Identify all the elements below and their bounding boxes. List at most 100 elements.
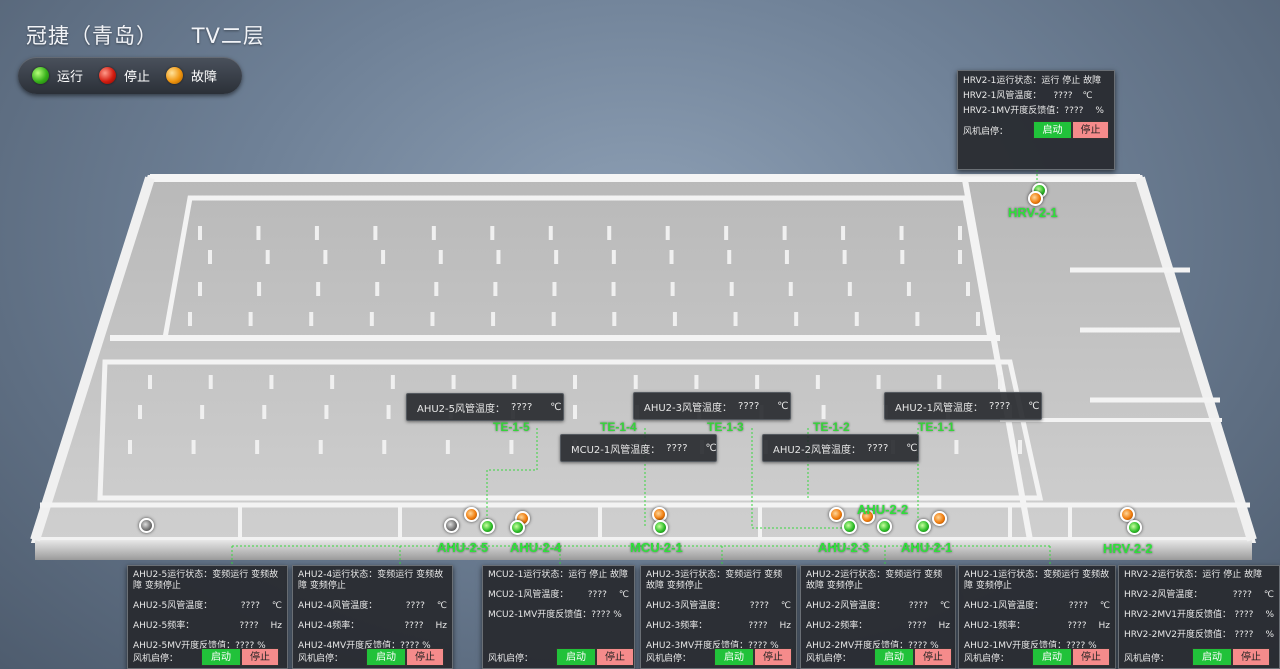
reading-unit: ℃ (618, 590, 629, 600)
reading-label: AHU2-5风管温度： (133, 601, 213, 611)
fan-control: 风机启停： 启动 停止 (646, 648, 792, 666)
reading-label: AHU2-1风管温度： (964, 601, 1044, 611)
temp-label: HRV2-1风管温度： (963, 91, 1042, 101)
te-label: TE-1-5 (493, 420, 530, 434)
fault-status-icon[interactable] (464, 507, 479, 522)
temp-row: HRV2-1风管温度： ???? ℃ (963, 90, 1109, 102)
fan-stop-button[interactable]: 停止 (914, 648, 952, 666)
running-status-icon[interactable] (916, 519, 931, 534)
fan-label: 风机启停： (298, 653, 344, 664)
fan-start-button[interactable]: 启动 (201, 648, 241, 666)
fan-stop-button[interactable]: 停止 (596, 648, 634, 666)
reading-unit: % (1265, 610, 1274, 620)
status-row: AHU2-3运行状态：变频运行 变频故障 变频停止 (646, 570, 791, 592)
equipment-label: HRV-2-1 (1008, 205, 1058, 220)
running-status-icon[interactable] (510, 520, 525, 535)
fan-start-button[interactable]: 启动 (556, 648, 596, 666)
fault-status-icon[interactable] (1028, 191, 1043, 206)
reading-row: MCU2-1风管温度： ???? ℃ (488, 589, 629, 601)
equipment-panel: AHU2-4运行状态：变频运行 变频故障 变频停止 AHU2-4风管温度： ??… (292, 565, 453, 669)
reading-row: AHU2-5风管温度： ???? ℃ (133, 600, 282, 612)
equipment-status-icon[interactable] (139, 518, 154, 533)
equipment-panel: AHU2-5运行状态：变频运行 变频故障 变频停止 AHU2-5风管温度： ??… (127, 565, 288, 669)
reading-value: ???? (1067, 621, 1087, 631)
equipment-panel: AHU2-1运行状态：变频运行 变频故障 变频停止 AHU2-1风管温度： ??… (958, 565, 1116, 669)
fan-start-button[interactable]: 启动 (1033, 121, 1072, 139)
reading-label: MCU2-1风管温度： (488, 590, 569, 600)
reading-value: ???? (1232, 590, 1252, 600)
fan-label: 风机启停： (964, 653, 1010, 664)
sensor-label: AHU2-5风管温度： (417, 403, 506, 415)
status-row: HRV2-1运行状态：运行 停止 故障 (963, 75, 1109, 87)
fan-label: 风机启停： (488, 653, 534, 664)
equipment-status-icon[interactable] (444, 518, 459, 533)
sensor-unit: ℃ (906, 442, 918, 454)
status-row: AHU2-2运行状态：变频运行 变频故障 变频停止 (806, 570, 950, 592)
fan-start-button[interactable]: 启动 (1192, 648, 1232, 666)
sensor-mcu2-1-temp: MCU2-1风管温度： ???? ℃ (560, 434, 717, 462)
fan-start-button[interactable]: 启动 (366, 648, 406, 666)
fan-control: 风机启停： 启动 停止 (133, 648, 279, 666)
equipment-label: HRV-2-2 (1103, 541, 1153, 556)
reading-unit: ℃ (271, 601, 282, 611)
reading-row: AHU2-3频率： ???? Hz (646, 620, 791, 632)
equipment-label: AHU-2-4 (510, 540, 562, 555)
fan-label: 风机启停： (133, 653, 179, 664)
fan-start-button[interactable]: 启动 (714, 648, 754, 666)
sensor-value: ???? (511, 401, 533, 413)
sensor-label: AHU2-1风管温度： (895, 402, 984, 414)
fan-stop-button[interactable]: 停止 (241, 648, 279, 666)
fan-label: 风机启停： (1124, 653, 1170, 664)
fan-stop-button[interactable]: 停止 (1072, 648, 1110, 666)
status-row: AHU2-1运行状态：变频运行 变频故障 变频停止 (964, 570, 1110, 592)
te-label: TE-1-2 (813, 420, 850, 434)
reading-row: AHU2-2频率： ???? Hz (806, 620, 950, 632)
sensor-ahu2-5-temp: AHU2-5风管温度： ???? ℃ (406, 393, 564, 421)
status-text: MCU2-1运行状态：运行 停止 故障 (488, 570, 629, 580)
equipment-label: AHU-2-1 (901, 540, 953, 555)
equipment-panel: AHU2-3运行状态：变频运行 变频故障 变频停止 AHU2-3风管温度： ??… (640, 565, 797, 669)
fan-stop-button[interactable]: 停止 (1071, 121, 1109, 139)
status-text: AHU2-1运行状态：变频运行 变频故障 变频停止 (964, 570, 1110, 591)
reading-unit: Hz (938, 621, 951, 631)
running-status-icon[interactable] (480, 519, 495, 534)
reading-label: AHU2-3风管温度： (646, 601, 726, 611)
reading-row: AHU2-3风管温度： ???? ℃ (646, 600, 791, 612)
sensor-value: ???? (666, 442, 688, 454)
sensor-label: MCU2-1风管温度： (571, 444, 661, 456)
hrv2-1-panel: HRV2-1运行状态：运行 停止 故障 HRV2-1风管温度： ???? ℃ H… (957, 70, 1115, 170)
reading-unit: % (1265, 630, 1274, 640)
fault-status-icon[interactable] (829, 507, 844, 522)
equipment-panel: AHU2-2运行状态：变频运行 变频故障 变频停止 AHU2-2风管温度： ??… (800, 565, 956, 669)
mv-row: HRV2-1MV开度反馈值：???? % (963, 105, 1109, 117)
fan-control: 风机启停： 启动 停止 (488, 648, 634, 666)
status-text: HRV2-2运行状态：运行 停止 故障 (1124, 570, 1263, 580)
fan-start-button[interactable]: 启动 (1032, 648, 1072, 666)
reading-unit: ℃ (436, 601, 447, 611)
reading-label: AHU2-5频率： (133, 621, 195, 631)
running-status-icon[interactable] (1127, 520, 1142, 535)
fan-label: 风机启停： (646, 653, 692, 664)
reading-row: HRV2-2MV1开度反馈值： ???? % (1124, 609, 1274, 621)
fan-stop-button[interactable]: 停止 (1232, 648, 1270, 666)
reading-label: MCU2-1MV开度反馈值：???? % (488, 610, 622, 620)
status-row: AHU2-4运行状态：变频运行 变频故障 变频停止 (298, 570, 447, 592)
running-status-icon[interactable] (877, 519, 892, 534)
mv-unit: % (1095, 106, 1104, 116)
status-row: HRV2-2运行状态：运行 停止 故障 (1124, 570, 1274, 581)
fan-control: 风机启停： 启动 停止 (963, 121, 1109, 139)
status-text: AHU2-3运行状态：变频运行 变频故障 变频停止 (646, 570, 783, 591)
fan-stop-button[interactable]: 停止 (754, 648, 792, 666)
running-status-icon[interactable] (653, 520, 668, 535)
sensor-ahu2-1-temp: AHU2-1风管温度： ???? ℃ (884, 392, 1042, 420)
fault-status-icon[interactable] (932, 511, 947, 526)
fan-start-button[interactable]: 启动 (874, 648, 914, 666)
sensor-ahu2-2-temp: AHU2-2风管温度： ???? ℃ (762, 434, 919, 462)
reading-unit: Hz (270, 621, 283, 631)
reading-unit: Hz (435, 621, 448, 631)
running-status-icon[interactable] (842, 519, 857, 534)
status-text: AHU2-5运行状态：变频运行 变频故障 变频停止 (133, 570, 279, 591)
reading-unit: ℃ (939, 601, 950, 611)
fan-stop-button[interactable]: 停止 (406, 648, 444, 666)
sensor-value: ???? (867, 442, 889, 454)
